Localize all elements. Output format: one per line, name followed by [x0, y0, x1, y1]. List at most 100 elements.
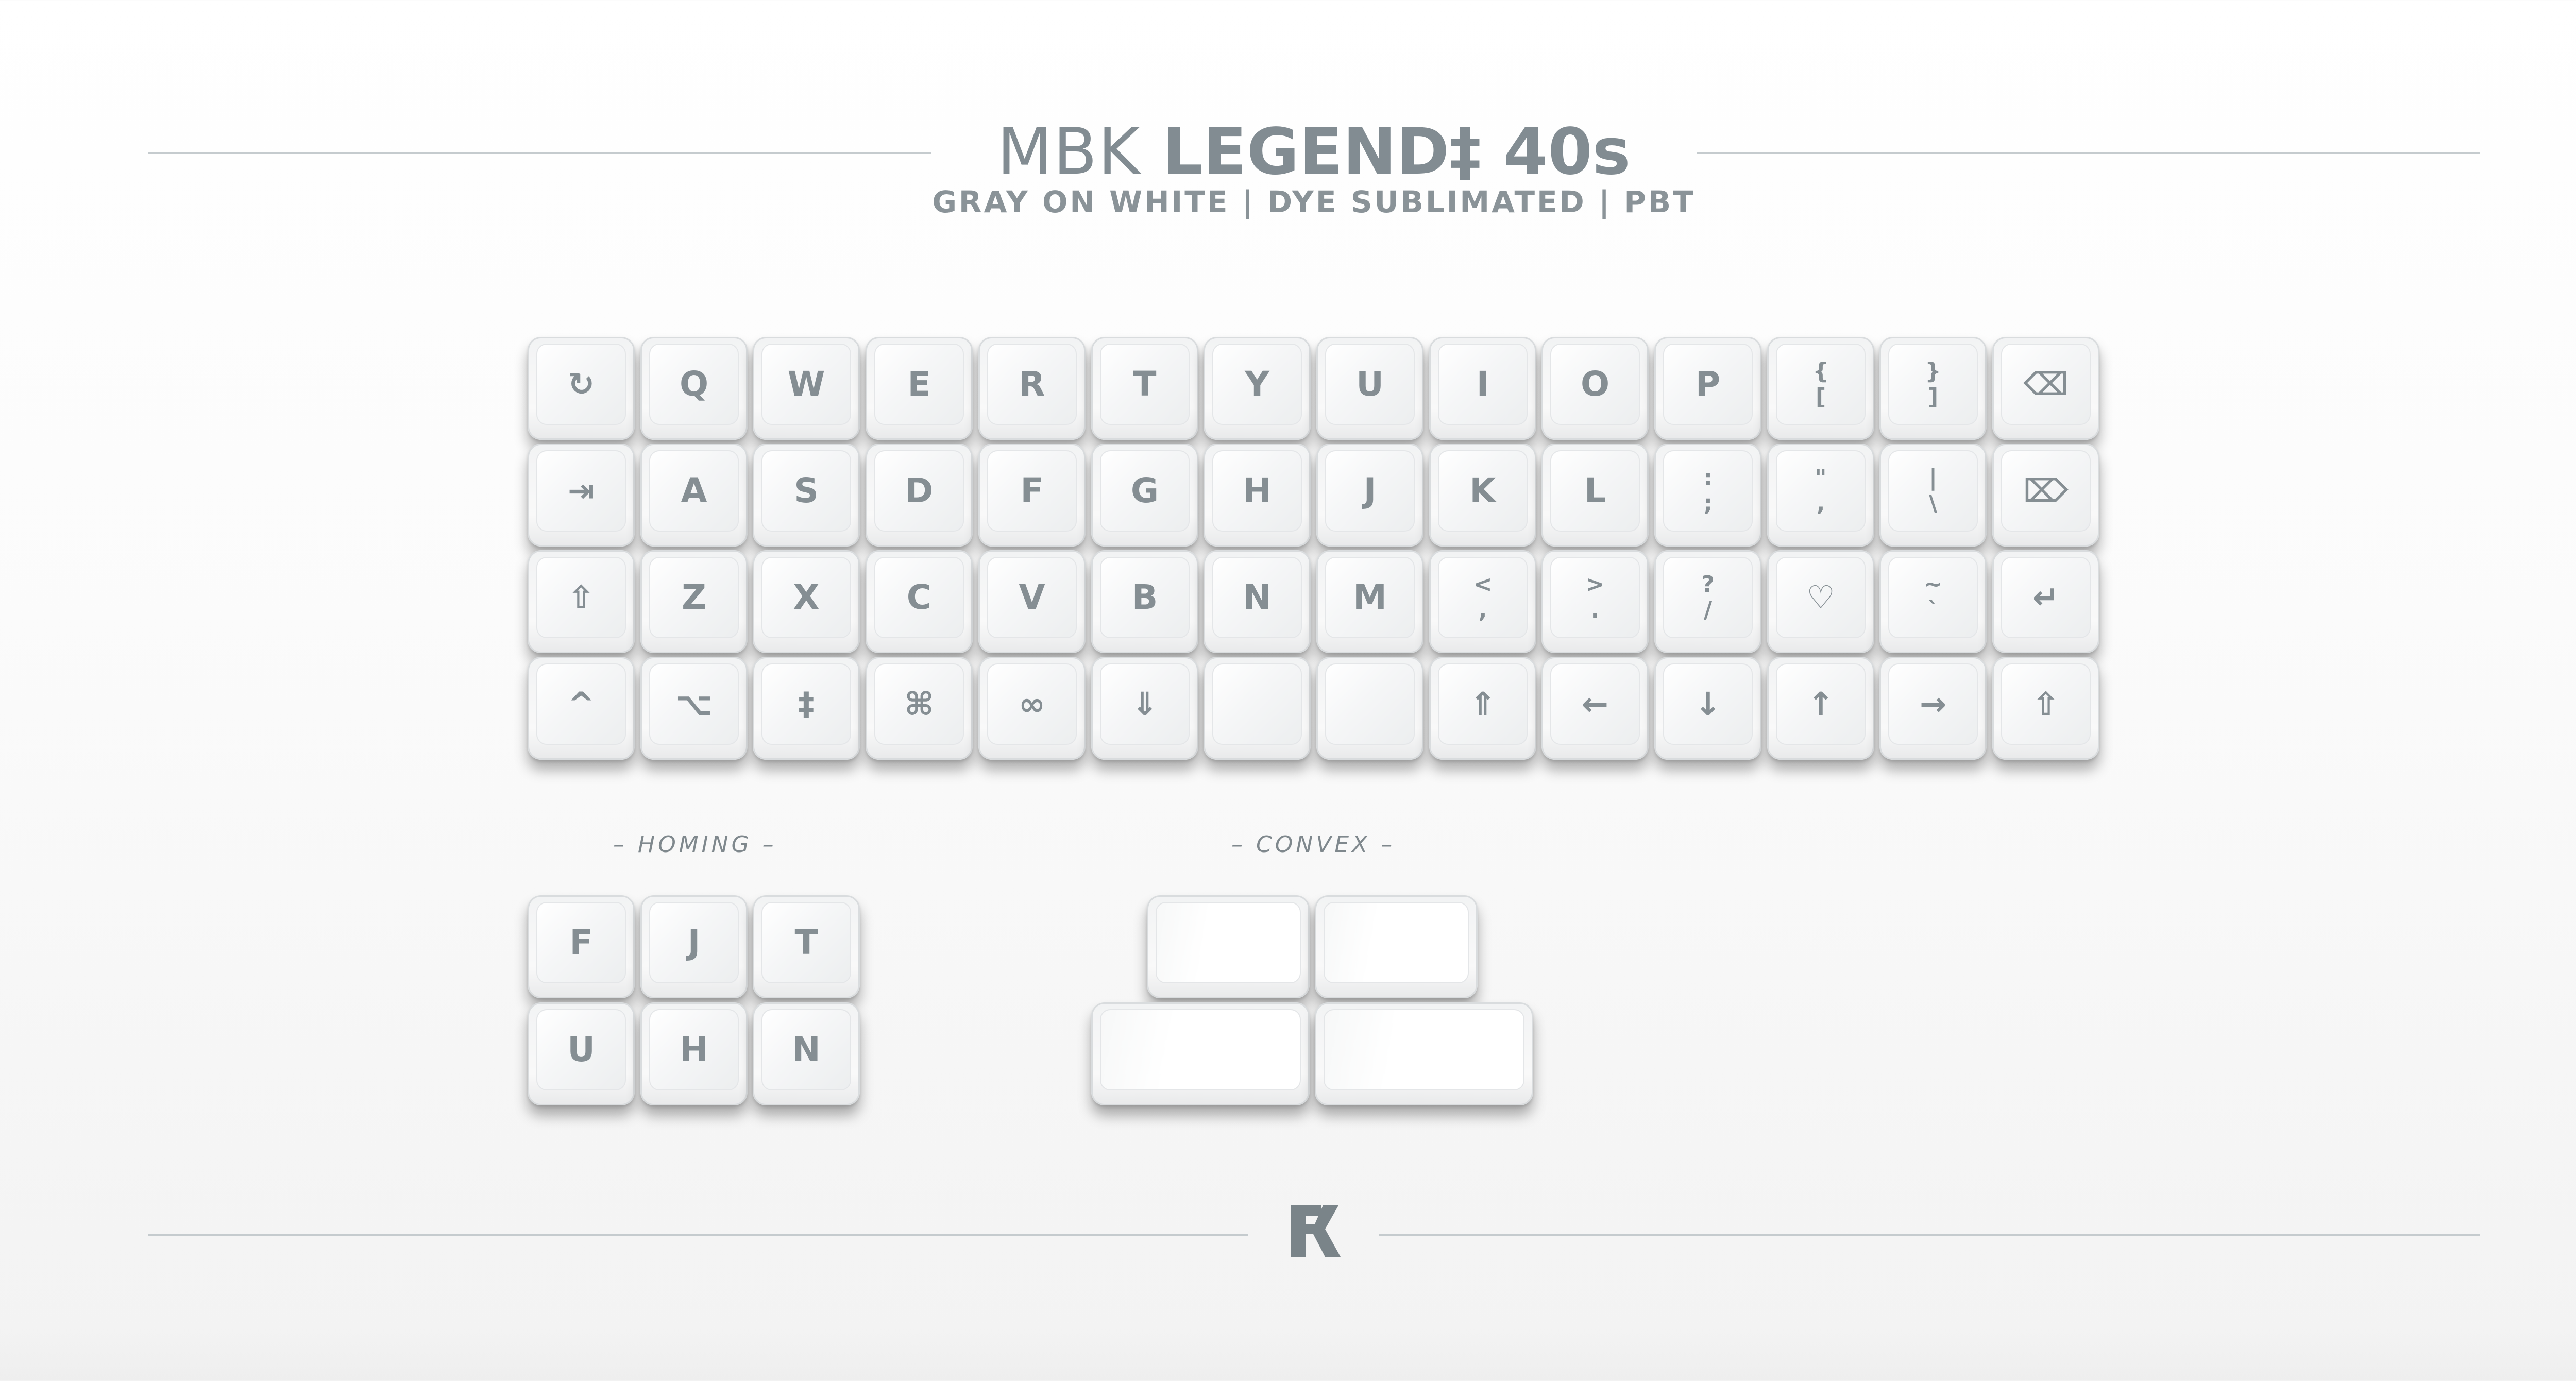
key-legend: T [1133, 364, 1157, 404]
convex-key-top-left [1147, 895, 1310, 998]
footer-rule-right [1379, 1234, 2480, 1236]
keycap: Z [640, 550, 748, 653]
keycap: N [1204, 550, 1311, 653]
keycap [1204, 657, 1311, 760]
command-icon: ⌘ [904, 685, 934, 723]
keycap: S [753, 444, 860, 547]
key-legend: L [1584, 471, 1606, 510]
title-light: MBK [997, 115, 1163, 189]
key-legend: E [907, 364, 931, 404]
key-legend: I [1476, 364, 1489, 404]
key-legend: Z [682, 577, 706, 617]
key-legend: O [1580, 364, 1610, 404]
keycap: ⇧ [528, 550, 635, 653]
convex-label: – CONVEX – [1231, 831, 1396, 858]
keycap: ← [1541, 657, 1649, 760]
option-icon: ⌥ [675, 685, 713, 723]
keycap: ⇓ [1091, 657, 1198, 760]
homing-keycap: U [528, 1002, 635, 1105]
arrow-right-icon: → [1920, 685, 1946, 723]
keycap: ↻ [528, 337, 635, 440]
delete-forward-icon: ⌦ [2023, 472, 2069, 509]
homing-keycap: T [753, 895, 860, 998]
key-legend: D [905, 471, 934, 510]
key-legend: P [1695, 364, 1721, 404]
backspace-icon: ⌫ [2023, 365, 2069, 403]
control-icon: ^ [568, 685, 595, 723]
keycap: ? / [1654, 550, 1761, 653]
keycap: ⌥ [640, 657, 748, 760]
keycap: ⌦ [1992, 444, 2099, 547]
keycap: :; [1654, 444, 1761, 547]
key-legend: Q [679, 364, 709, 404]
keycap: W [753, 337, 860, 440]
infinity-icon: ∞ [1019, 685, 1045, 723]
key-legend: U [567, 1030, 595, 1069]
keycap: P [1654, 337, 1761, 440]
key-legend: M [1353, 577, 1387, 617]
keycap: O [1541, 337, 1649, 440]
keycap: X [753, 550, 860, 653]
lower-icon: ⇓ [1131, 685, 1158, 723]
key-legend-shift: > [1585, 571, 1605, 598]
key-legend-base: ` [1927, 597, 1939, 623]
keycap: {[ [1767, 337, 1874, 440]
keycap: B [1091, 550, 1198, 653]
footer-rule-left [148, 1234, 1248, 1236]
convex-key-top-right [1315, 895, 1478, 998]
keycap: ⌘ [866, 657, 973, 760]
keycap: Q [640, 337, 748, 440]
key-legend: W [787, 364, 825, 404]
key-legend-base: ] [1927, 384, 1939, 410]
key-legend: U [1356, 364, 1384, 404]
key-legend: K [1469, 471, 1496, 510]
key-legend-base: [ [1815, 384, 1826, 410]
key-legend: F [1020, 471, 1044, 510]
keycap: ↑ [1767, 657, 1874, 760]
key-legend: Y [1245, 364, 1269, 404]
keycap: ‡ [753, 657, 860, 760]
keycap: K [1429, 444, 1536, 547]
keycap: F [978, 444, 1086, 547]
fk-logo-icon [1291, 1205, 1341, 1257]
keycap: R [978, 337, 1086, 440]
keycap: M [1316, 550, 1423, 653]
key-legend: N [792, 1030, 821, 1069]
keycap: E [866, 337, 973, 440]
keycap: C [866, 550, 973, 653]
key-legend-shift: : [1703, 465, 1713, 491]
keycap: ~ ` [1879, 550, 1987, 653]
keycap: L [1541, 444, 1649, 547]
homing-keycap: J [640, 895, 748, 998]
keycap: ⇥ [528, 444, 635, 547]
tab-icon: ⇥ [568, 472, 595, 509]
key-legend-shift: < [1473, 571, 1493, 598]
page-title: MBK LEGEND‡ 40s [0, 111, 2576, 193]
key-legend-base: \ [1928, 490, 1938, 517]
keycap: >. [1541, 550, 1649, 653]
key-legend: N [1243, 577, 1272, 617]
keycap [1316, 657, 1423, 760]
key-legend: A [681, 471, 707, 510]
keycap: <, [1429, 550, 1536, 653]
homing-keycap: H [640, 1002, 748, 1105]
homing-keycap: F [528, 895, 635, 998]
refresh-icon: ↻ [568, 365, 595, 403]
keycap: D [866, 444, 973, 547]
homing-keycap: N [753, 1002, 860, 1105]
key-legend-base: . [1590, 597, 1600, 623]
keycap: ", [1767, 444, 1874, 547]
keycap: ∞ [978, 657, 1086, 760]
raise-icon: ⇑ [1469, 685, 1496, 723]
convex-key-bottom-left [1091, 1002, 1310, 1105]
key-legend-base: ; [1703, 490, 1713, 517]
key-legend-base: / [1703, 597, 1713, 623]
keycap: I [1429, 337, 1536, 440]
key-legend: V [1019, 577, 1045, 617]
shift-icon: ⇧ [2032, 685, 2059, 723]
arrow-down-icon: ↓ [1694, 685, 1721, 723]
key-legend: C [906, 577, 932, 617]
arrow-up-icon: ↑ [1807, 685, 1834, 723]
title-bold: LEGEND‡ 40s [1162, 115, 1631, 189]
key-legend: J [687, 923, 701, 962]
